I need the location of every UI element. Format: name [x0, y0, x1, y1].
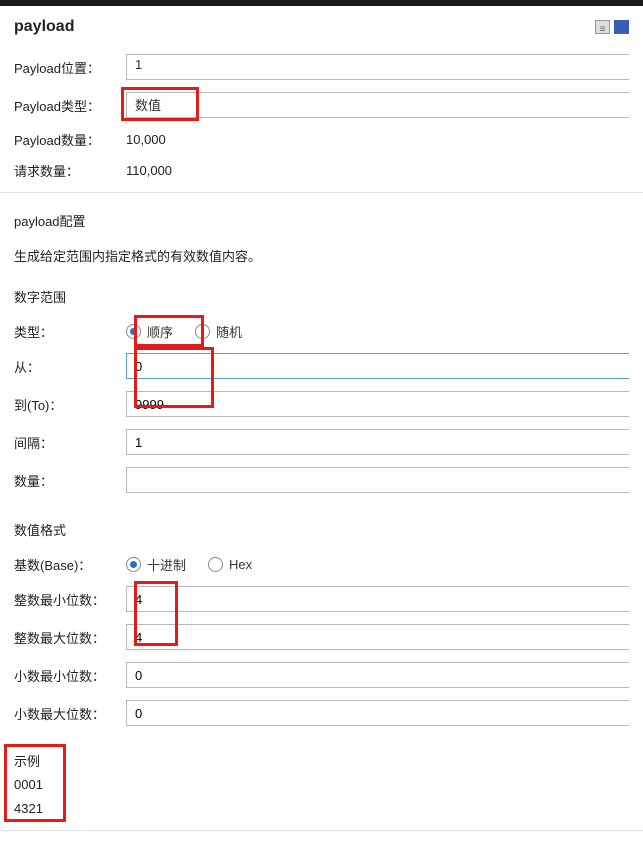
int-max-label: 整数最大位数： — [14, 628, 126, 647]
radio-label: 顺序 — [147, 322, 173, 341]
range-type-row: 类型： 顺序 随机 — [14, 322, 629, 341]
radio-decimal[interactable]: 十进制 — [126, 555, 186, 574]
radio-icon — [126, 324, 141, 339]
radio-icon — [208, 557, 223, 572]
range-step-row: 间隔： — [14, 429, 629, 455]
range-qty-row: 数量： — [14, 467, 629, 493]
request-label: 请求数量： — [14, 161, 126, 180]
qty-input[interactable] — [126, 467, 629, 493]
from-input[interactable] — [126, 353, 629, 379]
base-label: 基数(Base)： — [14, 555, 126, 574]
type-label: Payload类型： — [14, 96, 126, 115]
format-title: 数值格式 — [14, 520, 629, 539]
step-input[interactable] — [126, 429, 629, 455]
format-base-row: 基数(Base)： 十进制 Hex — [14, 555, 629, 574]
payload-count-row: Payload数量： 10,000 — [14, 130, 629, 149]
position-label: Payload位置： — [14, 58, 126, 77]
to-label: 到(To)： — [14, 395, 126, 414]
range-title: 数字范围 — [14, 287, 629, 306]
radio-label: 随机 — [216, 322, 242, 341]
from-label: 从： — [14, 357, 126, 376]
step-label: 间隔： — [14, 433, 126, 452]
radio-hex[interactable]: Hex — [208, 557, 252, 572]
example-line-2: 4321 — [14, 797, 629, 820]
to-input[interactable] — [126, 391, 629, 417]
example-line-1: 0001 — [14, 773, 629, 796]
range-from-row: 从： — [14, 353, 629, 379]
int-min-label: 整数最小位数： — [14, 590, 126, 609]
frac-max-row: 小数最大位数： — [14, 700, 629, 726]
radio-sequential[interactable]: 顺序 — [126, 322, 173, 341]
frac-min-input[interactable] — [126, 662, 629, 688]
radio-label: Hex — [229, 557, 252, 572]
payload-position-row: Payload位置： 1 — [14, 54, 629, 80]
radio-label: 十进制 — [147, 555, 186, 574]
list-icon[interactable] — [595, 20, 610, 34]
type-select[interactable]: 数值 — [126, 92, 629, 118]
radio-icon — [126, 557, 141, 572]
int-min-input[interactable] — [126, 586, 629, 612]
request-count-row: 请求数量： 110,000 — [14, 161, 629, 180]
frac-min-label: 小数最小位数： — [14, 666, 126, 685]
page-title: payload — [14, 18, 74, 36]
qty-label: 数量： — [14, 471, 126, 490]
frac-min-row: 小数最小位数： — [14, 662, 629, 688]
panel-icon[interactable] — [614, 20, 629, 34]
request-value: 110,000 — [126, 163, 172, 178]
count-label: Payload数量： — [14, 130, 126, 149]
radio-random[interactable]: 随机 — [195, 322, 242, 341]
example-title: 示例 — [14, 750, 629, 773]
example-block: 示例 0001 4321 — [14, 748, 629, 822]
header: payload — [14, 18, 629, 36]
config-title: payload配置 — [14, 211, 629, 230]
int-max-row: 整数最大位数： — [14, 624, 629, 650]
count-value: 10,000 — [126, 132, 166, 147]
header-icons — [595, 20, 629, 34]
int-min-row: 整数最小位数： — [14, 586, 629, 612]
radio-icon — [195, 324, 210, 339]
frac-max-label: 小数最大位数： — [14, 704, 126, 723]
position-select[interactable]: 1 — [126, 54, 629, 80]
range-type-label: 类型： — [14, 322, 126, 341]
frac-max-input[interactable] — [126, 700, 629, 726]
range-to-row: 到(To)： — [14, 391, 629, 417]
int-max-input[interactable] — [126, 624, 629, 650]
payload-type-row: Payload类型： 数值 — [14, 92, 629, 118]
config-description: 生成给定范围内指定格式的有效数值内容。 — [14, 246, 629, 265]
